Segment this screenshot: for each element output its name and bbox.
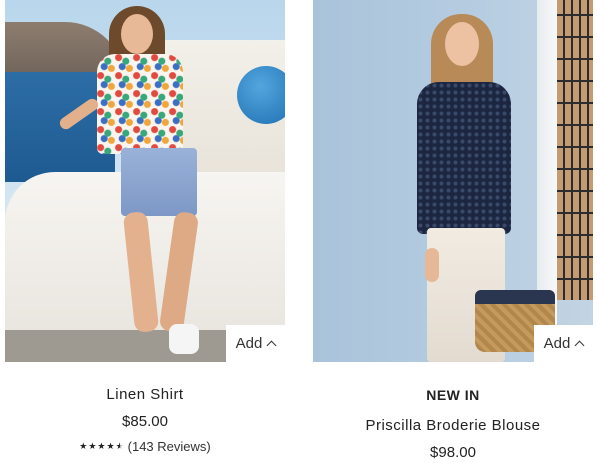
add-label: Add xyxy=(543,335,571,352)
star-icon: ★ xyxy=(106,441,115,451)
chevron-up-icon xyxy=(574,340,585,351)
iron-gate xyxy=(557,0,593,300)
chevron-up-icon xyxy=(266,340,277,351)
reviews-count: (143 Reviews) xyxy=(127,439,211,454)
star-icon: ★ xyxy=(88,441,97,451)
product-name[interactable]: Linen Shirt xyxy=(5,386,285,403)
product-price: $98.00 xyxy=(430,444,476,461)
rating-stars: ★ ★ ★ ★ ★ xyxy=(79,442,123,451)
product-card-priscilla-blouse[interactable]: Add NEW IN Priscilla Broderie Blouse $98… xyxy=(313,0,593,461)
product-image-priscilla-blouse[interactable]: Add xyxy=(313,0,593,362)
product-rating[interactable]: ★ ★ ★ ★ ★ (143 Reviews) xyxy=(5,439,285,454)
product-card-linen-shirt[interactable]: Add Linen Shirt $85.00 ★ ★ ★ ★ ★ (143 Re… xyxy=(5,0,285,454)
add-label: Add xyxy=(235,335,263,352)
star-icon: ★ xyxy=(97,441,106,451)
product-name[interactable]: Priscilla Broderie Blouse xyxy=(313,417,593,434)
add-to-bag-button[interactable]: Add xyxy=(226,325,285,362)
product-image-linen-shirt[interactable]: Add xyxy=(5,0,285,362)
new-in-badge: NEW IN xyxy=(426,387,480,403)
add-to-bag-button[interactable]: Add xyxy=(534,325,593,362)
half-star-icon: ★ xyxy=(115,441,124,451)
star-icon: ★ xyxy=(79,441,88,451)
product-price: $85.00 xyxy=(122,413,168,430)
